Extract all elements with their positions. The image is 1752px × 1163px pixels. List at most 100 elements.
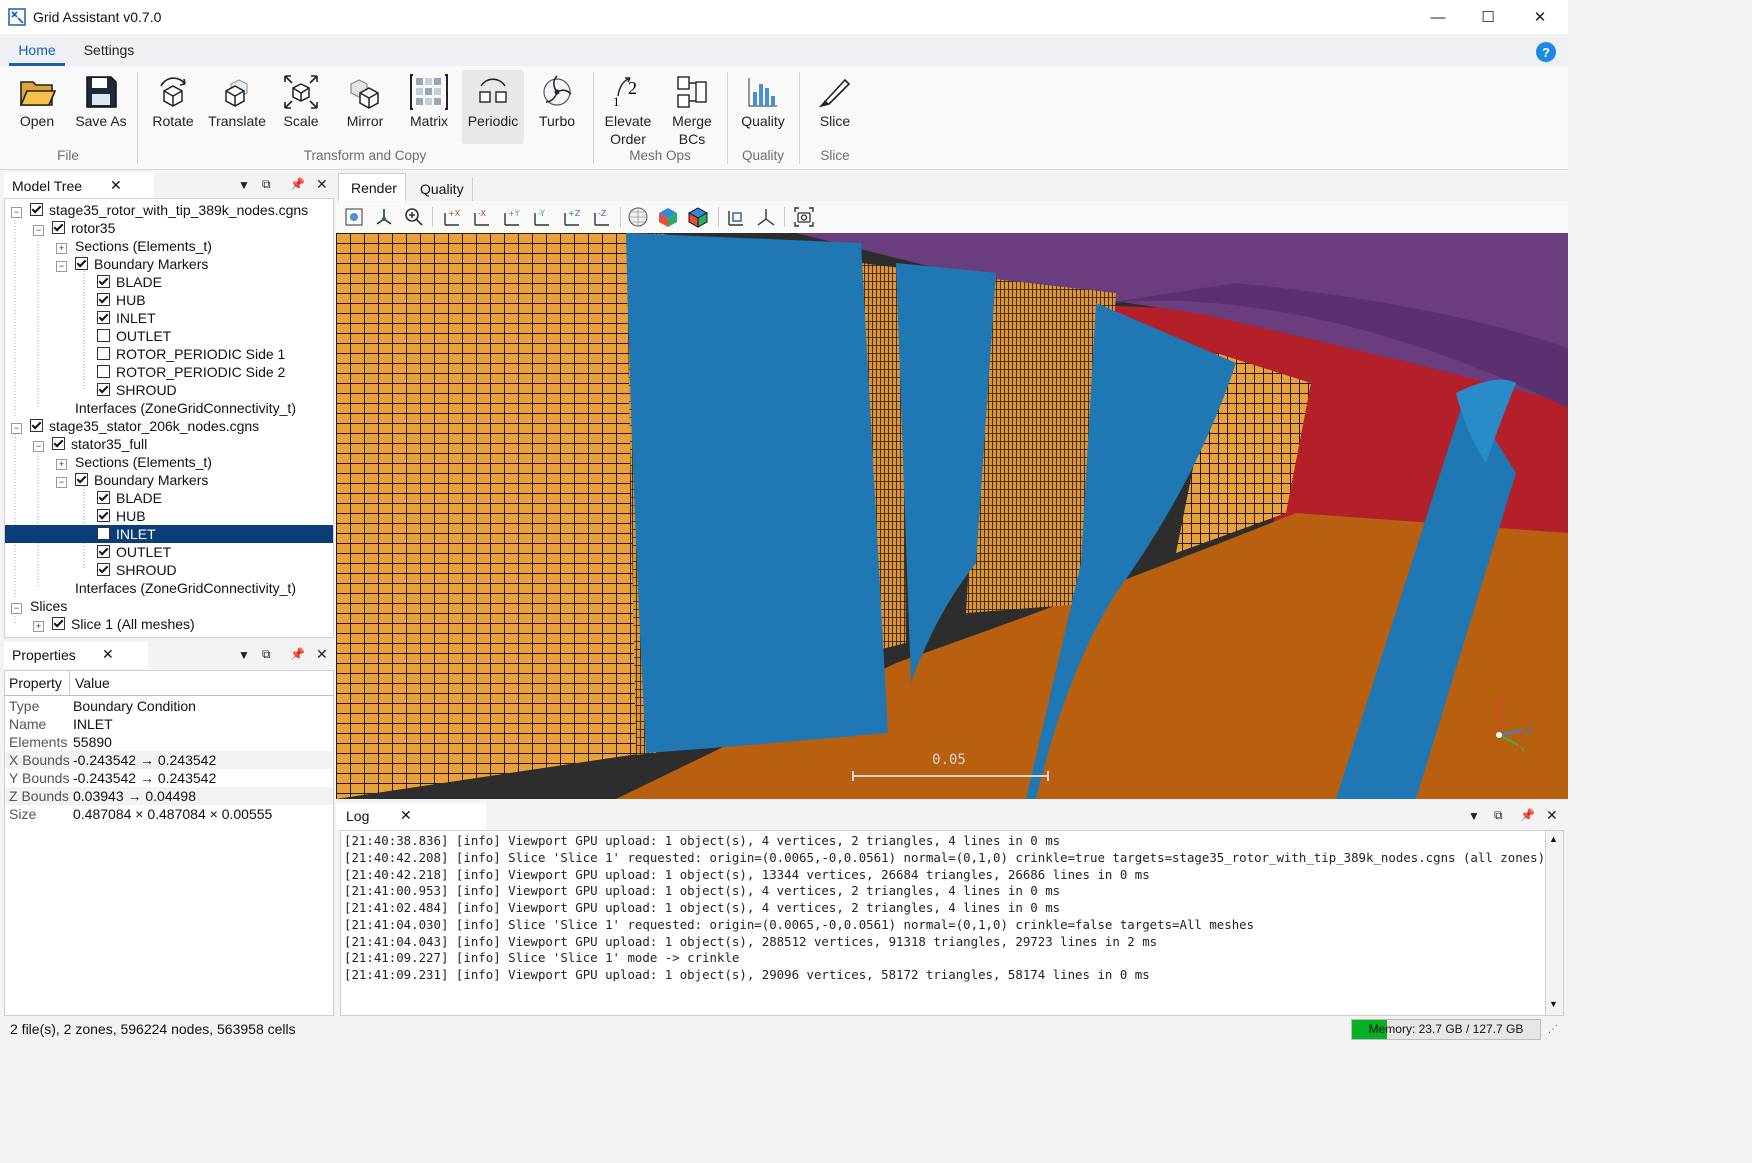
shaded-cube-icon[interactable] [656, 205, 680, 229]
tab-settings[interactable]: Settings [78, 34, 140, 66]
resize-grip-icon[interactable]: ⋰ [1548, 1024, 1558, 1035]
log-tab[interactable]: Log ✕ [336, 803, 486, 830]
checkbox[interactable] [97, 509, 110, 522]
checkbox[interactable] [75, 473, 88, 486]
view-plus-z-icon[interactable]: +Z [560, 205, 584, 229]
tree-node-boundary-markers[interactable]: − Boundary Markers [56, 471, 208, 489]
pin-icon[interactable]: 📌 [290, 177, 305, 191]
expand-icon[interactable]: + [56, 243, 67, 254]
tab-quality[interactable]: Quality [408, 177, 473, 201]
fit-view-icon[interactable] [342, 205, 366, 229]
mesh-render[interactable]: 0.05 X Z Y [336, 233, 1568, 799]
scroll-down-icon[interactable]: ▼ [1549, 999, 1558, 1009]
tab-render[interactable]: Render [338, 173, 406, 201]
tree-node-bc[interactable]: ROTOR_PERIODIC Side 2 [97, 363, 285, 381]
checkbox[interactable] [52, 221, 65, 234]
bounding-box-icon[interactable] [724, 205, 748, 229]
dropdown-icon[interactable]: ▼ [238, 648, 250, 662]
close-tab-icon[interactable]: ✕ [110, 177, 122, 194]
checkbox[interactable] [97, 527, 110, 540]
properties-tab[interactable]: Properties ✕ [4, 642, 148, 669]
axes-icon[interactable] [754, 205, 778, 229]
tree-node-bc[interactable]: ROTOR_PERIODIC Side 1 [97, 345, 285, 363]
tree-node-boundary-markers[interactable]: − Boundary Markers [56, 255, 208, 273]
help-icon[interactable]: ? [1536, 42, 1556, 62]
translate-button[interactable]: Translate [206, 70, 268, 144]
close-panel-icon[interactable]: ✕ [1546, 807, 1558, 824]
3d-viewport[interactable]: 0.05 X Z Y [336, 233, 1568, 799]
maximize-button[interactable]: ☐ [1462, 0, 1514, 34]
mirror-button[interactable]: Mirror [334, 70, 396, 144]
checkbox[interactable] [52, 617, 65, 630]
close-tab-icon[interactable]: ✕ [400, 807, 412, 824]
checkbox[interactable] [97, 383, 110, 396]
model-tree-tab[interactable]: Model Tree ✕ [4, 172, 154, 200]
tree-node-slices[interactable]: − Slices [11, 597, 67, 615]
checkbox[interactable] [97, 347, 110, 360]
screenshot-icon[interactable] [792, 205, 816, 229]
tree-node-interfaces[interactable]: Interfaces (ZoneGridConnectivity_t) [75, 399, 296, 417]
open-button[interactable]: Open [6, 70, 68, 144]
tree-node-bc[interactable]: SHROUD [97, 381, 177, 399]
checkbox[interactable] [97, 275, 110, 288]
collapse-icon[interactable]: − [11, 207, 22, 218]
close-tab-icon[interactable]: ✕ [102, 646, 114, 663]
tree-node-bc[interactable]: OUTLET [97, 327, 171, 345]
checkbox[interactable] [97, 311, 110, 324]
tree-node-file-stator[interactable]: − stage35_stator_206k_nodes.cgns [11, 417, 259, 435]
expand-icon[interactable]: + [56, 459, 67, 470]
tree-node-slice-1[interactable]: + Slice 1 (All meshes) [33, 615, 195, 633]
collapse-icon[interactable]: − [56, 477, 67, 488]
matrix-button[interactable]: Matrix [398, 70, 460, 144]
log-output[interactable]: [21:40:38.836] [info] Viewport GPU uploa… [340, 830, 1546, 1016]
turbo-button[interactable]: Turbo [526, 70, 588, 144]
tree-node-zone-stator35[interactable]: − stator35_full [33, 435, 147, 453]
tree-node-bc-selected[interactable]: INLET [5, 525, 333, 543]
tree-node-bc[interactable]: INLET [97, 309, 156, 327]
view-minus-z-icon[interactable]: -Z [590, 205, 614, 229]
tree-node-sections[interactable]: + Sections (Elements_t) [56, 453, 212, 471]
tree-node-zone-rotor35[interactable]: − rotor35 [33, 219, 115, 237]
collapse-icon[interactable]: − [11, 603, 22, 614]
log-scrollbar[interactable]: ▲ ▼ [1545, 830, 1564, 1016]
zoom-icon[interactable] [402, 205, 426, 229]
slice-button[interactable]: Slice [804, 70, 866, 144]
scale-button[interactable]: Scale [270, 70, 332, 144]
scroll-up-icon[interactable]: ▲ [1549, 834, 1558, 844]
float-icon[interactable]: ⧉ [262, 647, 271, 662]
save-as-button[interactable]: Save As [70, 70, 132, 144]
checkbox[interactable] [75, 257, 88, 270]
collapse-icon[interactable]: − [56, 261, 67, 272]
checkbox[interactable] [97, 545, 110, 558]
isometric-view-icon[interactable] [372, 205, 396, 229]
tree-node-sections[interactable]: + Sections (Elements_t) [56, 237, 212, 255]
close-button[interactable]: ✕ [1514, 0, 1566, 34]
tree-node-bc[interactable]: SHROUD [97, 561, 177, 579]
dropdown-icon[interactable]: ▼ [1468, 809, 1480, 823]
close-panel-icon[interactable]: ✕ [316, 176, 328, 193]
shaded-edges-cube-icon[interactable] [686, 205, 710, 229]
pin-icon[interactable]: 📌 [290, 647, 305, 661]
tree-node-interfaces[interactable]: Interfaces (ZoneGridConnectivity_t) [75, 579, 296, 597]
tree-node-file-rotor[interactable]: − stage35_rotor_with_tip_389k_nodes.cgns [11, 201, 308, 219]
tree-node-bc[interactable]: BLADE [97, 273, 162, 291]
minimize-button[interactable]: — [1412, 0, 1464, 34]
view-minus-y-icon[interactable]: -Y [530, 205, 554, 229]
checkbox[interactable] [97, 365, 110, 378]
view-plus-y-icon[interactable]: +Y [500, 205, 524, 229]
wireframe-sphere-icon[interactable] [626, 205, 650, 229]
rotate-button[interactable]: Rotate [142, 70, 204, 144]
tree-node-bc[interactable]: BLADE [97, 489, 162, 507]
checkbox[interactable] [52, 437, 65, 450]
tree-node-bc[interactable]: HUB [97, 291, 146, 309]
quality-button[interactable]: Quality [732, 70, 794, 144]
checkbox[interactable] [30, 203, 43, 216]
checkbox[interactable] [97, 293, 110, 306]
collapse-icon[interactable]: − [33, 225, 44, 236]
float-icon[interactable]: ⧉ [1494, 808, 1503, 823]
tab-home[interactable]: Home [9, 34, 65, 66]
checkbox[interactable] [97, 563, 110, 576]
float-icon[interactable]: ⧉ [262, 177, 271, 192]
collapse-icon[interactable]: − [11, 423, 22, 434]
view-plus-x-icon[interactable]: +X [440, 205, 464, 229]
